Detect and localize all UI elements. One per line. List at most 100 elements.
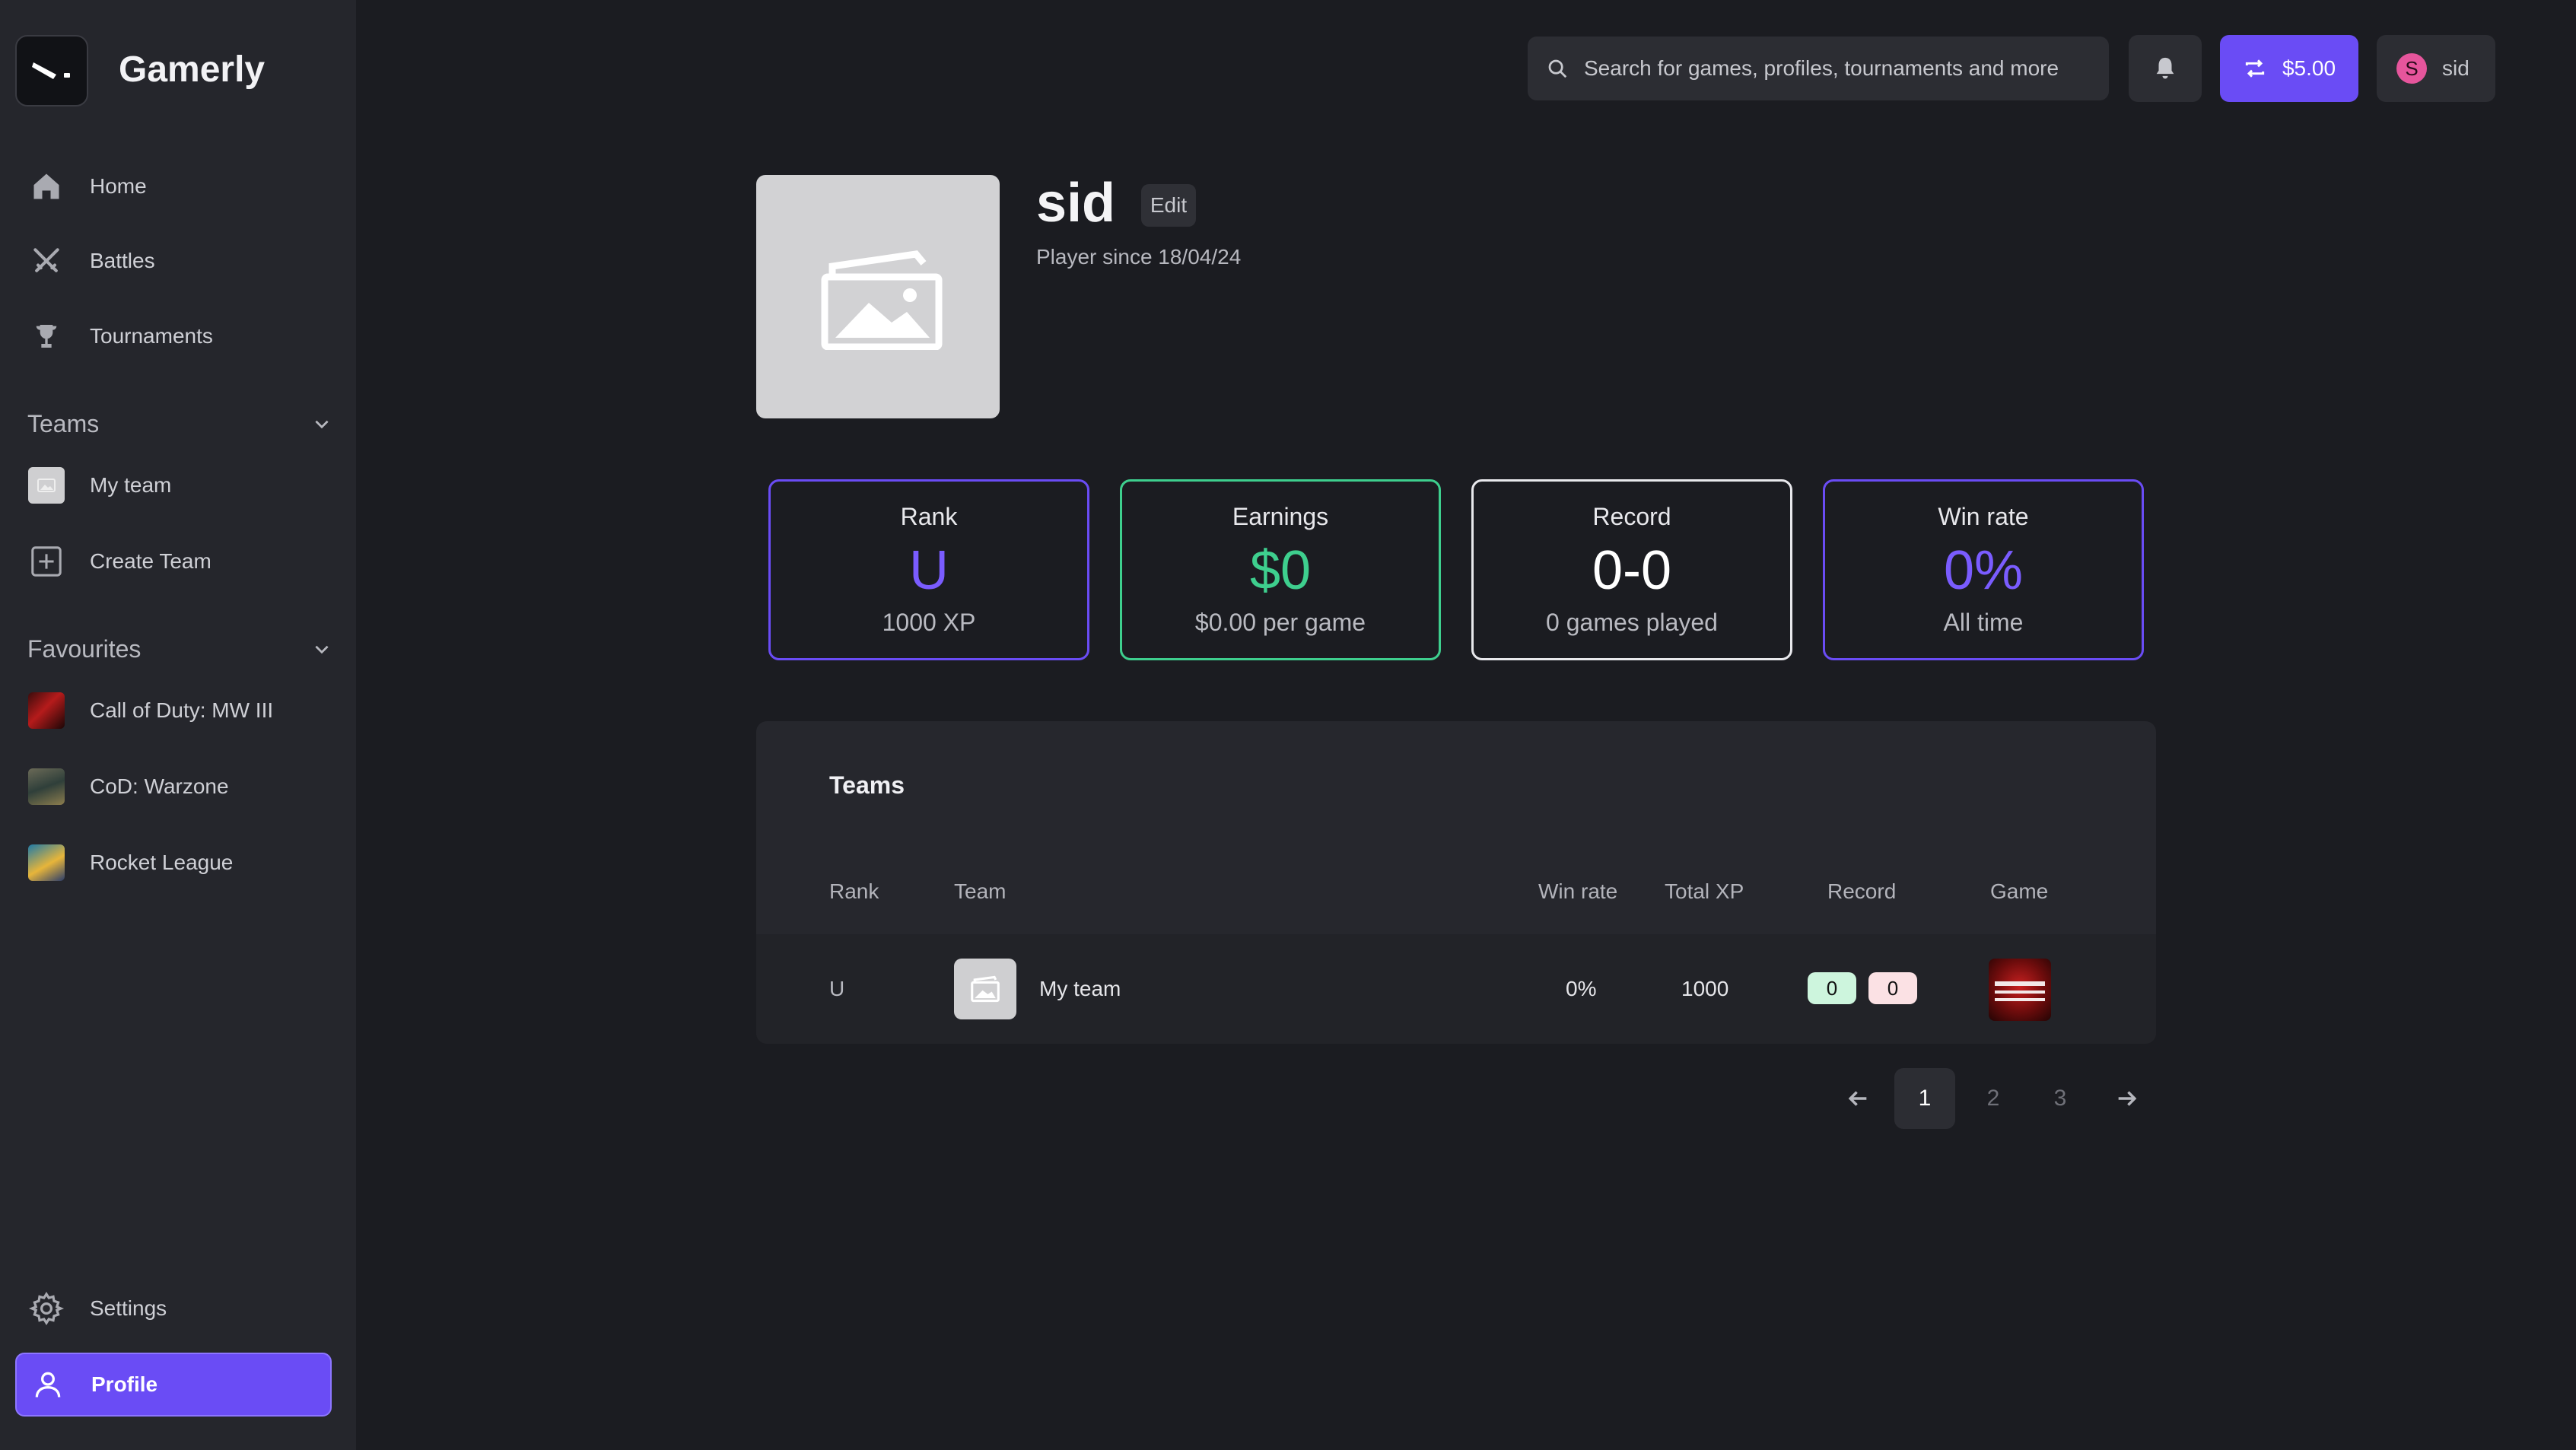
player-name: sid (1036, 173, 1116, 234)
page-button-3[interactable]: 3 (2030, 1068, 2091, 1129)
sidebar-item-label: Rocket League (90, 851, 234, 874)
wallet-button[interactable]: $5.00 (2220, 35, 2358, 102)
search-bar[interactable] (1528, 37, 2109, 100)
stat-subtext: All time (1943, 609, 2024, 636)
game-cover-thumbnail (28, 844, 65, 881)
game-thumb-wrap (15, 755, 78, 818)
column-header-win-rate: Win rate (1538, 879, 1618, 903)
sidebar-item-profile[interactable]: Profile (15, 1353, 332, 1417)
search-input[interactable] (1584, 56, 2101, 81)
teams-section-toggle[interactable]: Teams (27, 405, 332, 443)
avatar: S (2396, 53, 2427, 84)
sidebar-item-home[interactable]: Home (15, 155, 332, 218)
stat-card-rank: Rank U 1000 XP (768, 479, 1089, 660)
stat-subtext: 0 games played (1546, 609, 1718, 636)
trophy-icon (15, 305, 78, 367)
chevron-down-icon (315, 645, 329, 654)
image-placeholder-icon (28, 467, 65, 504)
record-wins-badge: 0 (1808, 972, 1856, 1004)
section-label: Teams (27, 409, 100, 437)
crossed-swords-icon (15, 230, 78, 292)
cover-art-stripe (1995, 998, 2045, 1001)
arrow-left-icon (1848, 1091, 1867, 1106)
stat-card-win-rate: Win rate 0% All time (1823, 479, 2144, 660)
sidebar-item-battles[interactable]: Battles (15, 230, 332, 292)
game-cover-thumbnail (28, 692, 65, 729)
team-name-link[interactable]: My team (1039, 977, 1121, 1001)
next-page-button[interactable] (2097, 1068, 2158, 1129)
image-placeholder-icon (821, 250, 943, 350)
logo-mark-icon (32, 62, 70, 79)
stat-card-earnings: Earnings $0 $0.00 per game (1120, 479, 1441, 660)
page-button-2[interactable]: 2 (1963, 1068, 2024, 1129)
game-cover-thumbnail[interactable] (1989, 959, 2051, 1021)
stat-value: $0 (1249, 540, 1312, 601)
sidebar-item-label: Tournaments (90, 324, 213, 348)
stat-value: U (909, 540, 949, 601)
stat-title: Record (1592, 503, 1671, 530)
team-thumb-wrap (15, 454, 78, 517)
team-total-xp: 1000 (1681, 977, 1729, 1000)
image-placeholder-icon (954, 959, 1016, 1019)
arrow-right-icon (2118, 1091, 2137, 1106)
stat-title: Rank (900, 503, 958, 530)
sidebar-item-tournaments[interactable]: Tournaments (15, 305, 332, 367)
page-button-1[interactable]: 1 (1894, 1068, 1955, 1129)
notifications-button[interactable] (2129, 35, 2202, 102)
stat-subtext: 1000 XP (882, 609, 976, 636)
column-header-record: Record (1827, 879, 1897, 903)
stat-value: 0-0 (1592, 540, 1672, 601)
profile-picture[interactable] (756, 175, 1000, 418)
user-name: sid (2442, 56, 2469, 80)
sidebar-item-favourite-game[interactable]: Rocket League (15, 832, 332, 894)
user-icon (17, 1353, 79, 1416)
team-rank: U (829, 977, 845, 1000)
cover-art-stripe (1995, 981, 2045, 986)
sidebar-item-label: CoD: Warzone (90, 774, 229, 798)
sidebar-item-label: Battles (90, 249, 155, 272)
column-header-game: Game (1990, 879, 2049, 903)
app-logo[interactable] (15, 35, 88, 107)
stat-card-record: Record 0-0 0 games played (1471, 479, 1792, 660)
wallet-balance: $5.00 (2282, 56, 2336, 80)
chevron-down-icon (315, 420, 329, 429)
sidebar-item-favourite-game[interactable]: CoD: Warzone (15, 755, 332, 818)
favourites-section-toggle[interactable]: Favourites (27, 630, 332, 668)
sidebar-item-my-team[interactable]: My team (15, 454, 332, 517)
sidebar-item-label: Settings (90, 1296, 167, 1320)
team-win-rate: 0% (1566, 977, 1597, 1000)
stat-value: 0% (1943, 540, 2024, 601)
sidebar-item-label: Home (90, 174, 147, 198)
user-menu-button[interactable]: S sid (2377, 35, 2495, 102)
sidebar: Gamerly Home Battles Tournaments Teams M… (0, 0, 356, 1450)
player-since: Player since 18/04/24 (1036, 245, 1242, 269)
record-losses-badge: 0 (1868, 972, 1917, 1004)
stat-title: Earnings (1232, 503, 1329, 530)
table-row[interactable]: U My team 0% 1000 0 0 (756, 934, 2156, 1044)
column-header-team: Team (954, 879, 1007, 903)
sidebar-item-label: Profile (91, 1372, 158, 1396)
prev-page-button[interactable] (1827, 1068, 1888, 1129)
swap-arrows-icon (2245, 59, 2265, 78)
teams-table-title: Teams (829, 771, 905, 799)
gear-icon (15, 1277, 78, 1340)
sidebar-item-label: Call of Duty: MW III (90, 698, 274, 722)
plus-square-icon (15, 530, 78, 593)
sidebar-item-create-team[interactable]: Create Team (15, 530, 332, 593)
sidebar-item-label: My team (90, 473, 172, 497)
home-icon (15, 155, 78, 218)
game-cover-thumbnail (28, 768, 65, 805)
game-thumb-wrap (15, 832, 78, 894)
sidebar-item-favourite-game[interactable]: Call of Duty: MW III (15, 679, 332, 742)
edit-profile-button[interactable]: Edit (1141, 184, 1196, 227)
stat-subtext: $0.00 per game (1194, 609, 1366, 636)
game-thumb-wrap (15, 679, 78, 742)
bell-icon (2156, 57, 2174, 79)
sidebar-item-settings[interactable]: Settings (15, 1277, 332, 1340)
brand-name: Gamerly (119, 49, 266, 90)
stat-title: Win rate (1938, 503, 2029, 530)
search-icon (1548, 59, 1567, 78)
column-header-total-xp: Total XP (1665, 879, 1744, 903)
teams-table: Teams Rank Team Win rate Total XP Record… (756, 721, 2156, 1044)
sidebar-item-label: Create Team (90, 549, 211, 573)
